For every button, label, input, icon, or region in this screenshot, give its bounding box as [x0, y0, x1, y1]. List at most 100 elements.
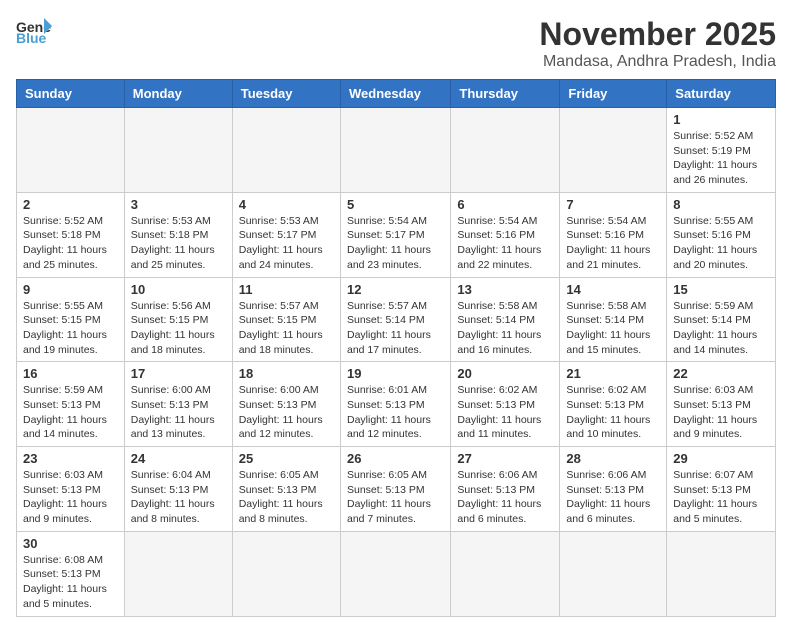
- page-header: General Blue November 2025 Mandasa, Andh…: [16, 16, 776, 71]
- calendar-header-row: SundayMondayTuesdayWednesdayThursdayFrid…: [17, 80, 776, 108]
- weekday-header-monday: Monday: [124, 80, 232, 108]
- calendar-cell: 8 Sunrise: 5:55 AM Sunset: 5:16 PM Daylig…: [667, 192, 776, 277]
- day-info: Sunrise: 6:03 AM Sunset: 5:13 PM Dayligh…: [673, 383, 769, 442]
- day-number: 28: [566, 451, 660, 466]
- day-info: Sunrise: 5:52 AM Sunset: 5:19 PM Dayligh…: [673, 129, 769, 188]
- calendar-cell: [124, 108, 232, 193]
- weekday-header-saturday: Saturday: [667, 80, 776, 108]
- calendar-cell: [451, 531, 560, 616]
- day-info: Sunrise: 6:07 AM Sunset: 5:13 PM Dayligh…: [673, 468, 769, 527]
- day-info: Sunrise: 5:57 AM Sunset: 5:15 PM Dayligh…: [239, 299, 334, 358]
- day-number: 15: [673, 282, 769, 297]
- calendar-cell: 5 Sunrise: 5:54 AM Sunset: 5:17 PM Daylig…: [340, 192, 450, 277]
- day-info: Sunrise: 6:00 AM Sunset: 5:13 PM Dayligh…: [239, 383, 334, 442]
- calendar-cell: 23Sunrise: 6:03 AM Sunset: 5:13 PM Dayli…: [17, 447, 125, 532]
- calendar-week-2: 9Sunrise: 5:55 AM Sunset: 5:15 PM Daylig…: [17, 277, 776, 362]
- calendar-week-1: 2 Sunrise: 5:52 AM Sunset: 5:18 PM Daylig…: [17, 192, 776, 277]
- day-number: 2: [23, 197, 118, 212]
- calendar-cell: 26 Sunrise: 6:05 AM Sunset: 5:13 PM Dayli…: [340, 447, 450, 532]
- calendar-cell: 7 Sunrise: 5:54 AM Sunset: 5:16 PM Daylig…: [560, 192, 667, 277]
- svg-text:Blue: Blue: [16, 30, 47, 44]
- calendar-cell: [232, 531, 340, 616]
- day-info: Sunrise: 6:02 AM Sunset: 5:13 PM Dayligh…: [457, 383, 553, 442]
- day-number: 20: [457, 366, 553, 381]
- calendar-week-4: 23Sunrise: 6:03 AM Sunset: 5:13 PM Dayli…: [17, 447, 776, 532]
- calendar-cell: 9Sunrise: 5:55 AM Sunset: 5:15 PM Daylig…: [17, 277, 125, 362]
- calendar-cell: 6 Sunrise: 5:54 AM Sunset: 5:16 PM Daylig…: [451, 192, 560, 277]
- calendar-cell: 22 Sunrise: 6:03 AM Sunset: 5:13 PM Dayli…: [667, 362, 776, 447]
- day-number: 30: [23, 536, 118, 551]
- calendar-cell: 16Sunrise: 5:59 AM Sunset: 5:13 PM Dayli…: [17, 362, 125, 447]
- calendar-cell: [124, 531, 232, 616]
- day-number: 25: [239, 451, 334, 466]
- calendar-cell: [232, 108, 340, 193]
- day-info: Sunrise: 5:52 AM Sunset: 5:18 PM Dayligh…: [23, 214, 118, 273]
- day-number: 11: [239, 282, 334, 297]
- day-info: Sunrise: 5:54 AM Sunset: 5:16 PM Dayligh…: [566, 214, 660, 273]
- day-info: Sunrise: 6:05 AM Sunset: 5:13 PM Dayligh…: [347, 468, 444, 527]
- calendar-week-0: 1Sunrise: 5:52 AM Sunset: 5:19 PM Daylig…: [17, 108, 776, 193]
- calendar-cell: 21Sunrise: 6:02 AM Sunset: 5:13 PM Dayli…: [560, 362, 667, 447]
- weekday-header-tuesday: Tuesday: [232, 80, 340, 108]
- day-info: Sunrise: 6:06 AM Sunset: 5:13 PM Dayligh…: [566, 468, 660, 527]
- day-info: Sunrise: 6:04 AM Sunset: 5:13 PM Dayligh…: [131, 468, 226, 527]
- day-info: Sunrise: 6:03 AM Sunset: 5:13 PM Dayligh…: [23, 468, 118, 527]
- calendar-cell: 4Sunrise: 5:53 AM Sunset: 5:17 PM Daylig…: [232, 192, 340, 277]
- title-block: November 2025 Mandasa, Andhra Pradesh, I…: [539, 16, 776, 71]
- day-number: 26: [347, 451, 444, 466]
- day-info: Sunrise: 5:53 AM Sunset: 5:17 PM Dayligh…: [239, 214, 334, 273]
- calendar-cell: 27 Sunrise: 6:06 AM Sunset: 5:13 PM Dayli…: [451, 447, 560, 532]
- calendar-cell: 30 Sunrise: 6:08 AM Sunset: 5:13 PM Dayli…: [17, 531, 125, 616]
- calendar-cell: 1Sunrise: 5:52 AM Sunset: 5:19 PM Daylig…: [667, 108, 776, 193]
- calendar-cell: 2 Sunrise: 5:52 AM Sunset: 5:18 PM Daylig…: [17, 192, 125, 277]
- day-number: 7: [566, 197, 660, 212]
- day-info: Sunrise: 5:57 AM Sunset: 5:14 PM Dayligh…: [347, 299, 444, 358]
- weekday-header-friday: Friday: [560, 80, 667, 108]
- day-info: Sunrise: 6:06 AM Sunset: 5:13 PM Dayligh…: [457, 468, 553, 527]
- day-number: 13: [457, 282, 553, 297]
- day-number: 10: [131, 282, 226, 297]
- day-number: 6: [457, 197, 553, 212]
- day-info: Sunrise: 6:02 AM Sunset: 5:13 PM Dayligh…: [566, 383, 660, 442]
- day-number: 3: [131, 197, 226, 212]
- calendar-cell: [451, 108, 560, 193]
- calendar-cell: 25 Sunrise: 6:05 AM Sunset: 5:13 PM Dayli…: [232, 447, 340, 532]
- calendar-cell: 24Sunrise: 6:04 AM Sunset: 5:13 PM Dayli…: [124, 447, 232, 532]
- calendar-cell: 29Sunrise: 6:07 AM Sunset: 5:13 PM Dayli…: [667, 447, 776, 532]
- calendar-cell: [560, 108, 667, 193]
- calendar-table: SundayMondayTuesdayWednesdayThursdayFrid…: [16, 79, 776, 617]
- day-info: Sunrise: 6:05 AM Sunset: 5:13 PM Dayligh…: [239, 468, 334, 527]
- calendar-cell: [560, 531, 667, 616]
- calendar-cell: 28 Sunrise: 6:06 AM Sunset: 5:13 PM Dayli…: [560, 447, 667, 532]
- calendar-cell: 11 Sunrise: 5:57 AM Sunset: 5:15 PM Dayli…: [232, 277, 340, 362]
- day-number: 22: [673, 366, 769, 381]
- logo-icon: General Blue: [16, 16, 52, 44]
- day-info: Sunrise: 5:54 AM Sunset: 5:16 PM Dayligh…: [457, 214, 553, 273]
- weekday-header-wednesday: Wednesday: [340, 80, 450, 108]
- day-number: 27: [457, 451, 553, 466]
- calendar-cell: 12Sunrise: 5:57 AM Sunset: 5:14 PM Dayli…: [340, 277, 450, 362]
- day-number: 9: [23, 282, 118, 297]
- location: Mandasa, Andhra Pradesh, India: [539, 53, 776, 71]
- calendar-cell: 17Sunrise: 6:00 AM Sunset: 5:13 PM Dayli…: [124, 362, 232, 447]
- calendar-week-5: 30 Sunrise: 6:08 AM Sunset: 5:13 PM Dayli…: [17, 531, 776, 616]
- day-info: Sunrise: 5:58 AM Sunset: 5:14 PM Dayligh…: [566, 299, 660, 358]
- day-info: Sunrise: 5:58 AM Sunset: 5:14 PM Dayligh…: [457, 299, 553, 358]
- calendar-week-3: 16Sunrise: 5:59 AM Sunset: 5:13 PM Dayli…: [17, 362, 776, 447]
- day-info: Sunrise: 6:08 AM Sunset: 5:13 PM Dayligh…: [23, 553, 118, 612]
- calendar-cell: [340, 531, 450, 616]
- calendar-cell: 13 Sunrise: 5:58 AM Sunset: 5:14 PM Dayli…: [451, 277, 560, 362]
- day-number: 5: [347, 197, 444, 212]
- day-number: 8: [673, 197, 769, 212]
- day-info: Sunrise: 5:54 AM Sunset: 5:17 PM Dayligh…: [347, 214, 444, 273]
- day-number: 18: [239, 366, 334, 381]
- day-number: 19: [347, 366, 444, 381]
- day-info: Sunrise: 5:55 AM Sunset: 5:16 PM Dayligh…: [673, 214, 769, 273]
- day-number: 14: [566, 282, 660, 297]
- calendar-cell: 20 Sunrise: 6:02 AM Sunset: 5:13 PM Dayli…: [451, 362, 560, 447]
- weekday-header-thursday: Thursday: [451, 80, 560, 108]
- day-info: Sunrise: 6:01 AM Sunset: 5:13 PM Dayligh…: [347, 383, 444, 442]
- calendar-cell: 10 Sunrise: 5:56 AM Sunset: 5:15 PM Dayli…: [124, 277, 232, 362]
- day-info: Sunrise: 5:56 AM Sunset: 5:15 PM Dayligh…: [131, 299, 226, 358]
- weekday-header-sunday: Sunday: [17, 80, 125, 108]
